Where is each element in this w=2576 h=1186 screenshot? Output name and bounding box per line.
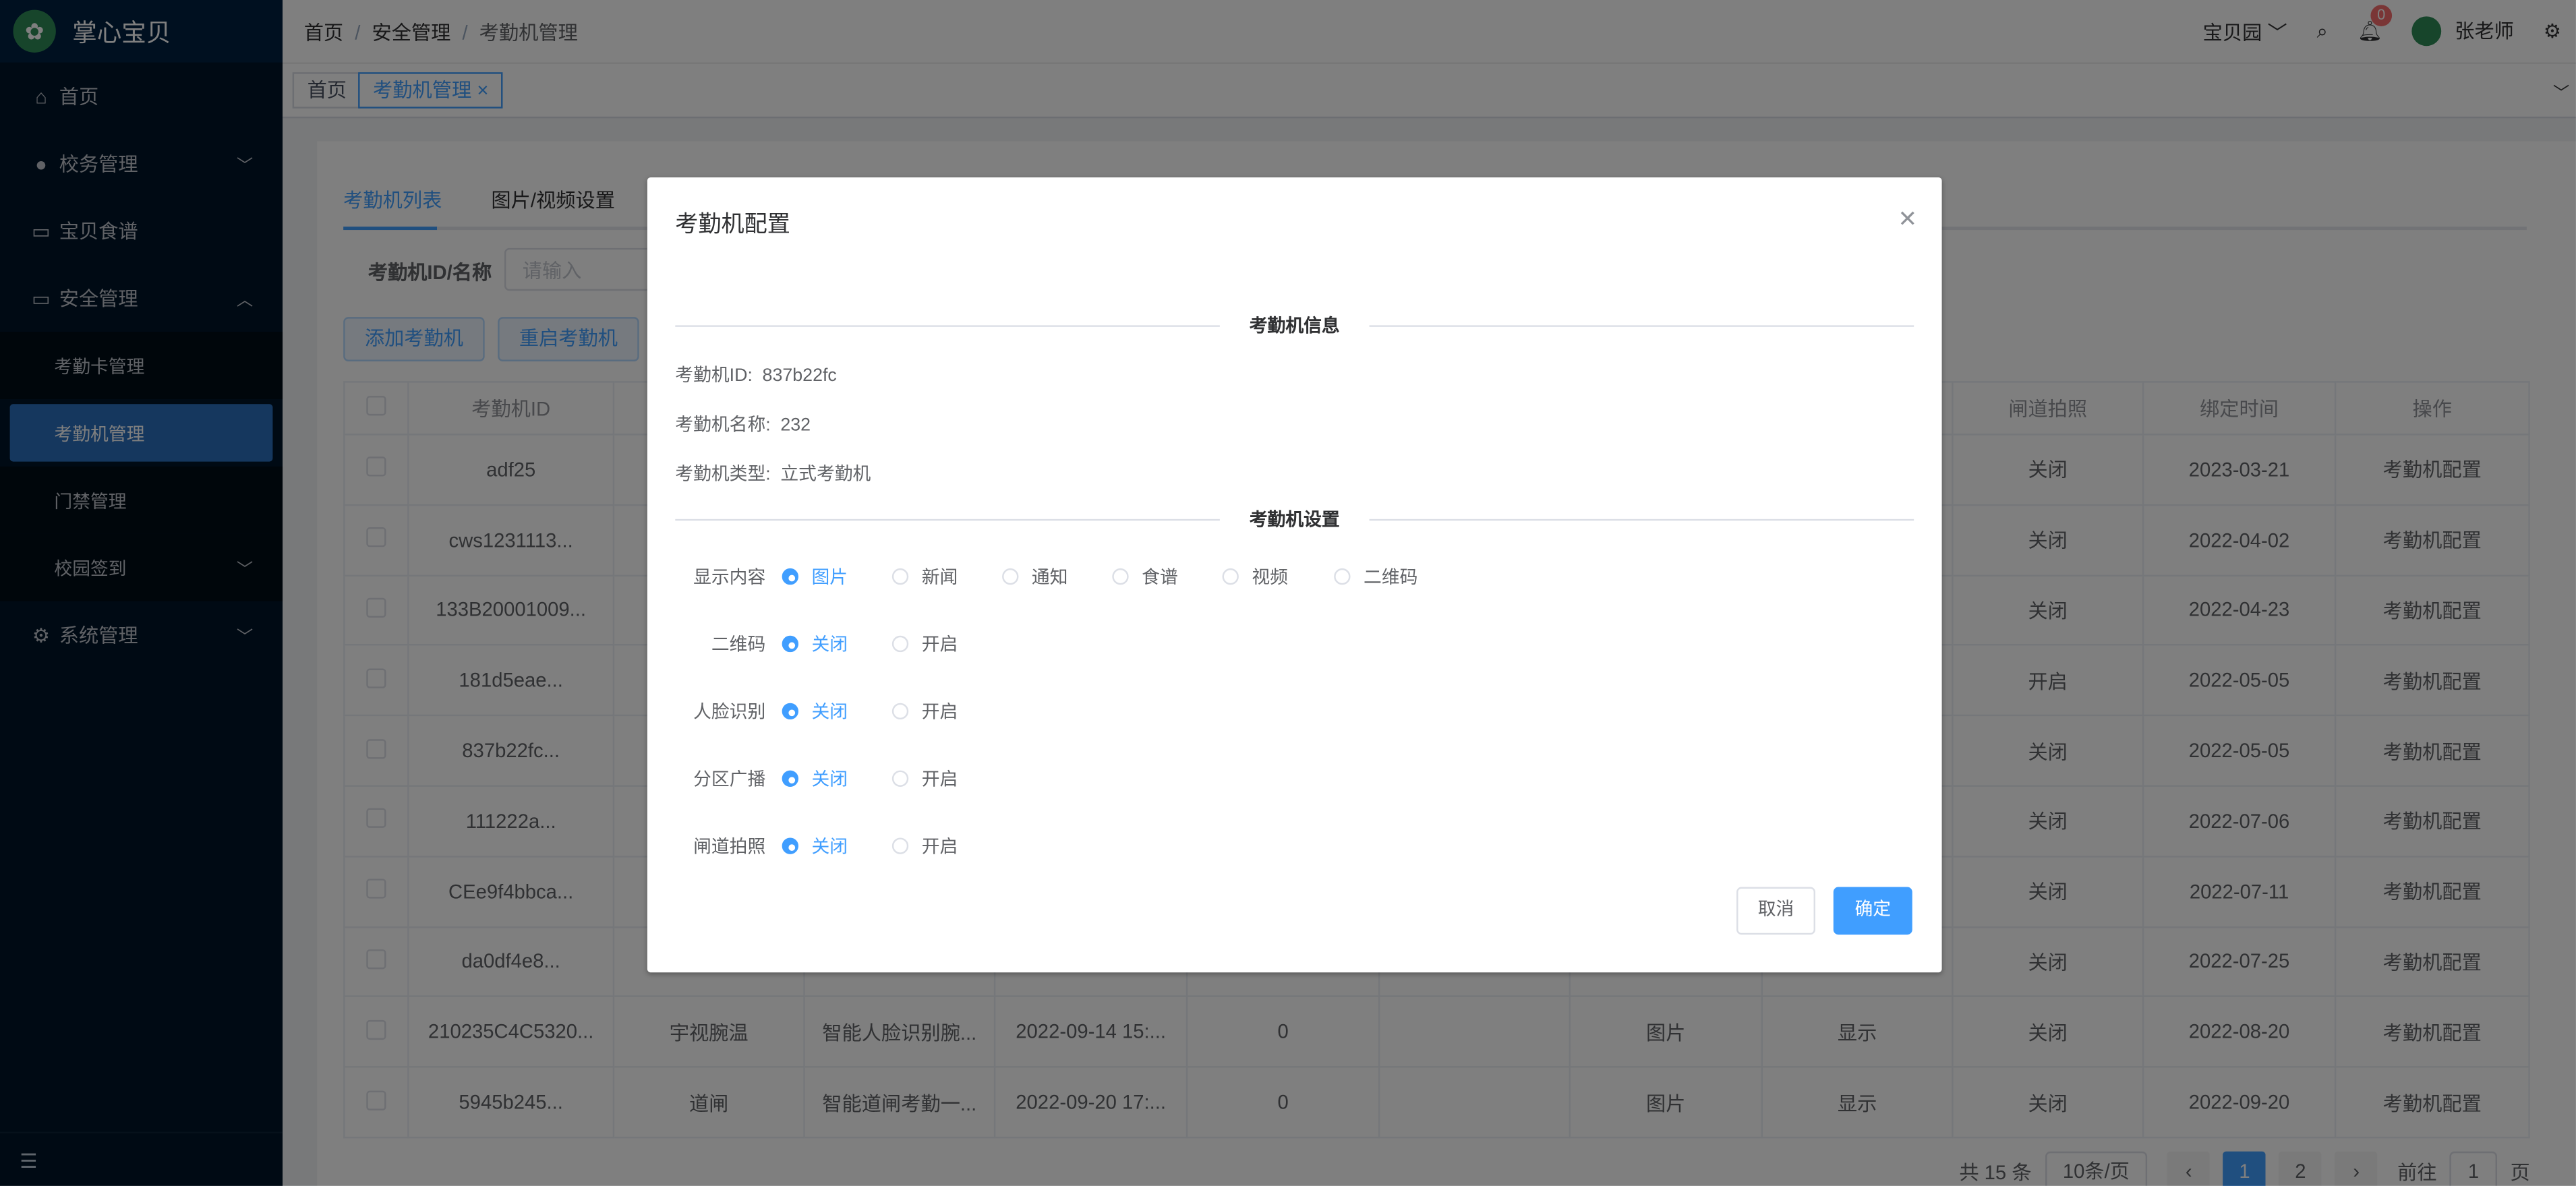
display-option-radio[interactable]: 食谱: [1112, 564, 1178, 590]
radio-dot-icon: [891, 635, 909, 653]
radio-label: 新闻: [921, 568, 958, 589]
confirm-button[interactable]: 确定: [1833, 887, 1912, 935]
radio-dot-icon: [1222, 568, 1239, 585]
info-machine-id: 考勤机ID: 837b22fc: [675, 361, 837, 388]
display-option-radio[interactable]: 图片: [782, 564, 848, 590]
display-option-radio[interactable]: 新闻: [891, 564, 958, 590]
radio-label: 视频: [1252, 568, 1288, 589]
off-radio[interactable]: 关闭: [782, 631, 848, 657]
toggle-label: 二维码: [711, 635, 766, 656]
info-label: 考勤机类型:: [675, 465, 771, 485]
radio-label: 关闭: [811, 770, 848, 790]
radio-dot-icon: [891, 837, 909, 854]
radio-dot-icon: [891, 568, 909, 585]
radio-label: 关闭: [811, 635, 848, 656]
radio-dot-icon: [782, 635, 798, 653]
radio-label: 关闭: [811, 703, 848, 723]
off-radio[interactable]: 关闭: [782, 698, 848, 724]
cancel-button[interactable]: 取消: [1736, 887, 1816, 935]
info-label: 考勤机ID:: [675, 366, 753, 386]
radio-label: 关闭: [811, 837, 848, 858]
section-divider-settings: 考勤机设置: [675, 506, 1914, 533]
info-label: 考勤机名称:: [675, 415, 771, 436]
radio-dot-icon: [1334, 568, 1351, 585]
radio-label: 食谱: [1142, 568, 1178, 589]
info-machine-name: 考勤机名称: 232: [675, 411, 811, 437]
radio-dot-icon: [782, 837, 798, 854]
radio-dot-icon: [891, 703, 909, 720]
toggle-label: 闸道拍照: [693, 837, 766, 858]
section-title: 考勤机设置: [1219, 506, 1370, 533]
radio-label: 开启: [921, 635, 958, 656]
on-radio[interactable]: 开启: [891, 631, 958, 657]
info-value: 837b22fc: [762, 366, 837, 386]
radio-dot-icon: [782, 770, 798, 787]
radio-label: 开启: [921, 837, 958, 858]
dialog-title: 考勤机配置: [675, 210, 790, 237]
info-value: 232: [780, 415, 811, 436]
config-dialog: 考勤机配置 ✕ 考勤机信息 考勤机ID: 837b22fc 考勤机名称: 232 考…: [647, 177, 1942, 973]
info-value: 立式考勤机: [780, 465, 871, 485]
display-option-radio[interactable]: 视频: [1222, 564, 1288, 590]
radio-dot-icon: [1112, 568, 1129, 585]
on-radio[interactable]: 开启: [891, 833, 958, 859]
radio-dot-icon: [891, 770, 909, 787]
toggle-label: 分区广播: [693, 770, 766, 790]
radio-label: 开启: [921, 703, 958, 723]
on-radio[interactable]: 开启: [891, 698, 958, 724]
section-divider-info: 考勤机信息: [675, 312, 1914, 338]
close-icon[interactable]: ✕: [1898, 206, 1917, 233]
radio-label: 图片: [811, 568, 848, 589]
off-radio[interactable]: 关闭: [782, 833, 848, 859]
display-content-label: 显示内容: [693, 568, 766, 589]
app-root: ✿ 掌心宝贝 ⌂ 首页 ● 校务管理 ﹀ ▭ 宝贝食谱 ▭ 安全管理 ︿ 考勤卡…: [0, 0, 2576, 1186]
radio-dot-icon: [782, 703, 798, 720]
toggle-label: 人脸识别: [693, 703, 766, 723]
display-option-radio[interactable]: 二维码: [1334, 564, 1417, 590]
display-option-radio[interactable]: 通知: [1002, 564, 1068, 590]
radio-label: 通知: [1031, 568, 1068, 589]
radio-label: 二维码: [1364, 568, 1418, 589]
radio-dot-icon: [782, 568, 798, 585]
on-radio[interactable]: 开启: [891, 765, 958, 792]
radio-label: 开启: [921, 770, 958, 790]
radio-dot-icon: [1002, 568, 1019, 585]
section-title: 考勤机信息: [1219, 312, 1370, 338]
off-radio[interactable]: 关闭: [782, 765, 848, 792]
info-machine-type: 考勤机类型: 立式考勤机: [675, 460, 871, 486]
